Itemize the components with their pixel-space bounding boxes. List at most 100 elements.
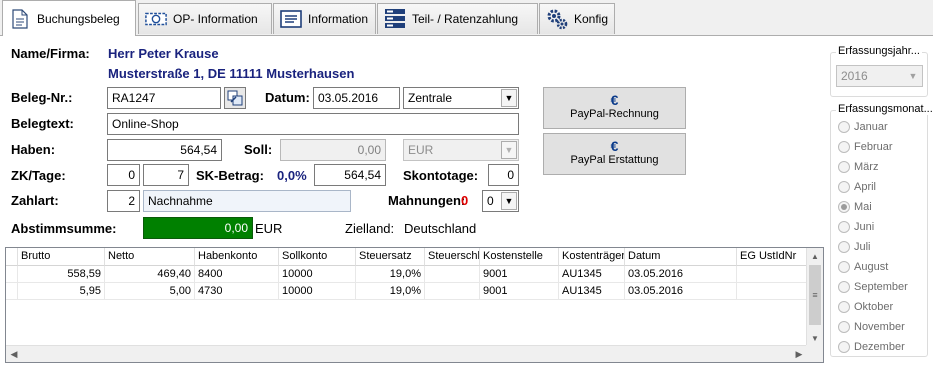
table-cell[interactable]: 558,59 <box>18 266 105 283</box>
table-cell[interactable]: 9001 <box>480 266 559 283</box>
horizontal-scrollbar[interactable]: ◀ ▶ <box>6 345 807 362</box>
booking-lines-table[interactable]: Brutto Netto Habenkonto Sollkonto Steuer… <box>5 247 824 363</box>
table-cell[interactable]: 469,40 <box>105 266 195 283</box>
month-radio-maerz: März <box>838 161 878 173</box>
month-radio-januar: Januar <box>838 121 888 133</box>
table-cell[interactable] <box>425 283 480 300</box>
beleg-lookup-button[interactable] <box>224 87 246 109</box>
table-cell[interactable]: 4730 <box>195 283 279 300</box>
chevron-down-icon: ▼ <box>501 141 517 159</box>
tab-op-information[interactable]: OP- Information <box>138 3 272 34</box>
scroll-thumb[interactable]: ≡ <box>809 265 821 325</box>
zielland-label: Zielland: <box>345 221 395 236</box>
tab-buchungsbeleg[interactable]: Buchungsbeleg <box>2 0 136 36</box>
table-cell[interactable]: 5,00 <box>105 283 195 300</box>
table-cell[interactable] <box>425 266 480 283</box>
gears-icon <box>546 9 568 30</box>
table-cell[interactable]: 10000 <box>279 283 356 300</box>
vertical-scrollbar[interactable]: ▲ ≡ ▼ <box>806 248 823 346</box>
tab-label: Konfig <box>574 12 609 26</box>
beleg-nr-input[interactable]: RA1247 <box>107 87 221 109</box>
table-cell[interactable]: 03.05.2016 <box>625 283 737 300</box>
belegtext-label: Belegtext: <box>11 116 74 131</box>
month-label: Juni <box>854 221 875 233</box>
column-header[interactable]: Datum <box>625 248 737 266</box>
zk-label: ZK/Tage: <box>11 168 66 183</box>
radio-dot <box>838 301 850 313</box>
scroll-left-icon[interactable]: ◀ <box>6 346 22 362</box>
filiale-value: Zentrale <box>408 91 453 105</box>
filiale-select[interactable]: Zentrale ▼ <box>403 87 519 109</box>
mahnungen-select[interactable]: 0 ▼ <box>482 190 519 212</box>
column-header[interactable]: Kostenträger <box>559 248 625 266</box>
month-label: Juli <box>854 241 871 253</box>
tage-input[interactable]: 7 <box>143 164 189 186</box>
haben-input[interactable]: 564,54 <box>107 139 222 161</box>
month-radio-mai: Mai <box>838 201 872 213</box>
month-label: Februar <box>854 141 893 153</box>
tab-information[interactable]: Information <box>273 3 376 34</box>
mahnungen-label: Mahnungen: <box>388 193 466 208</box>
skontotage-label: Skontotage: <box>403 168 479 183</box>
row-selector[interactable] <box>6 266 18 283</box>
month-label: April <box>854 181 877 193</box>
erfassungsjahr-title: Erfassungsjahr... <box>836 45 922 57</box>
column-header[interactable]: Steuerschl <box>425 248 480 266</box>
table-cell[interactable] <box>737 266 807 283</box>
customer-address: Musterstraße 1, DE 11111 Musterhausen <box>108 66 355 81</box>
column-header[interactable]: Habenkonto <box>195 248 279 266</box>
belegtext-input[interactable]: Online-Shop <box>107 113 519 135</box>
scroll-up-icon[interactable]: ▲ <box>807 248 823 264</box>
table-cell[interactable]: AU1345 <box>559 283 625 300</box>
datum-input[interactable]: 03.05.2016 <box>313 87 400 109</box>
scroll-corner <box>806 345 823 362</box>
radio-dot <box>838 141 850 153</box>
month-radio-november: November <box>838 321 905 333</box>
column-header[interactable]: Brutto <box>18 248 105 266</box>
table-cell[interactable]: 03.05.2016 <box>625 266 737 283</box>
paypal-rechnung-label: PayPal-Rechnung <box>570 108 659 120</box>
month-radio-april: April <box>838 181 876 193</box>
mahnungen-select-value: 0 <box>487 194 494 208</box>
paypal-erstattung-button[interactable]: € PayPal Erstattung <box>543 133 686 175</box>
document-icon <box>9 8 31 29</box>
month-radio-september: September <box>838 281 908 293</box>
sk-label: SK-Betrag: <box>196 168 264 183</box>
tab-konfig[interactable]: Konfig <box>539 3 615 34</box>
zk-input[interactable]: 0 <box>107 164 140 186</box>
month-radio-august: August <box>838 261 888 273</box>
column-header[interactable]: Netto <box>105 248 195 266</box>
tab-label: Information <box>308 12 369 26</box>
table-cell[interactable]: 10000 <box>279 266 356 283</box>
column-header[interactable]: EG UstIdNr <box>737 248 807 266</box>
zielland-value: Deutschland <box>404 221 477 236</box>
scroll-right-icon[interactable]: ▶ <box>791 346 807 362</box>
table-cell[interactable]: 19,0% <box>356 283 425 300</box>
tab-teil-ratenzahlung[interactable]: Teil- / Ratenzahlung <box>377 3 538 34</box>
skontotage-input[interactable]: 0 <box>488 164 519 186</box>
abstimm-currency: EUR <box>255 221 283 236</box>
tab-label: Teil- / Ratenzahlung <box>412 12 519 26</box>
year-select: 2016 ▼ <box>836 65 923 87</box>
column-header[interactable]: Steuersatz <box>356 248 425 266</box>
table-cell[interactable]: 5,95 <box>18 283 105 300</box>
table-cell[interactable]: 9001 <box>480 283 559 300</box>
table-cell[interactable] <box>737 283 807 300</box>
column-header[interactable]: Kostenstelle <box>480 248 559 266</box>
euro-icon: € <box>610 92 619 108</box>
month-radio-juli: Juli <box>838 241 871 253</box>
zahlart-code-input[interactable]: 2 <box>107 190 140 212</box>
sk-betrag-input[interactable]: 564,54 <box>314 164 386 186</box>
chevron-down-icon: ▼ <box>501 192 517 210</box>
table-cell[interactable]: 19,0% <box>356 266 425 283</box>
radio-dot <box>838 321 850 333</box>
table-cell[interactable]: 8400 <box>195 266 279 283</box>
table-cell[interactable]: AU1345 <box>559 266 625 283</box>
column-header[interactable]: Sollkonto <box>279 248 356 266</box>
erfassungsmonat-title: Erfassungsmonat... <box>836 103 933 115</box>
scroll-down-icon[interactable]: ▼ <box>807 330 823 346</box>
paypal-rechnung-button[interactable]: € PayPal-Rechnung <box>543 87 686 129</box>
radio-dot <box>838 341 850 353</box>
row-selector[interactable] <box>6 283 18 300</box>
month-label: September <box>854 281 908 293</box>
